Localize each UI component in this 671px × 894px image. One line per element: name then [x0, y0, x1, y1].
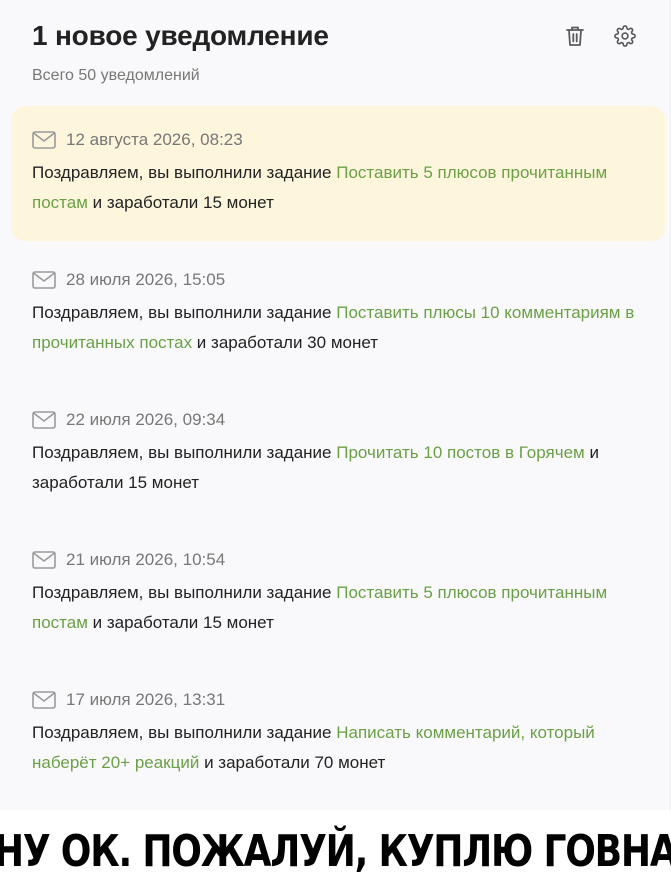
- gear-icon: [614, 25, 636, 47]
- settings-button[interactable]: [611, 22, 639, 50]
- envelope-icon: [32, 271, 56, 289]
- notifications-count: Всего 50 уведомлений: [32, 67, 200, 84]
- notification-text: Поздравляем, вы выполнили задание Постав…: [32, 158, 644, 218]
- notification-item[interactable]: 12 августа 2026, 08:23 Поздравляем, вы в…: [11, 106, 665, 241]
- notification-text: Поздравляем, вы выполнили задание Постав…: [32, 298, 644, 358]
- task-link[interactable]: Прочитать 10 постов в Горячем: [336, 443, 585, 462]
- notification-prefix: Поздравляем, вы выполнили задание: [32, 163, 337, 182]
- envelope-icon: [32, 551, 56, 569]
- meme-caption-text: НУ ОК. ПОЖАЛУЙ, КУПЛЮ ГОВНА: [0, 825, 671, 877]
- page-title: 1 новое уведомление: [32, 20, 329, 51]
- notification-date: 12 августа 2026, 08:23: [66, 130, 243, 149]
- envelope-icon: [32, 691, 56, 709]
- notifications-panel: 1 новое уведомление Всего 50 уведомлений…: [0, 0, 671, 810]
- envelope-icon: [32, 411, 56, 429]
- notification-item[interactable]: 28 июля 2026, 15:05 Поздравляем, вы выпо…: [11, 246, 665, 381]
- envelope-icon: [32, 131, 56, 149]
- notification-text: Поздравляем, вы выполнили задание Написа…: [32, 718, 644, 778]
- notification-item[interactable]: 17 июля 2026, 13:31 Поздравляем, вы выпо…: [11, 666, 665, 801]
- notification-suffix: и заработали 70 монет: [199, 753, 386, 772]
- notification-date: 22 июля 2026, 09:34: [66, 410, 226, 429]
- meme-caption: НУ ОК. ПОЖАЛУЙ, КУПЛЮ ГОВНА: [0, 812, 671, 890]
- notification-prefix: Поздравляем, вы выполнили задание: [32, 723, 337, 742]
- trash-icon: [566, 26, 584, 46]
- delete-all-button[interactable]: [561, 22, 589, 50]
- notification-item[interactable]: 22 июля 2026, 09:34 Поздравляем, вы выпо…: [11, 386, 665, 521]
- notification-date: 21 июля 2026, 10:54: [66, 550, 226, 569]
- notification-date: 17 июля 2026, 13:31: [66, 690, 226, 709]
- notification-suffix: и заработали 15 монет: [87, 193, 274, 212]
- notifications-header: 1 новое уведомление: [32, 18, 642, 58]
- notification-prefix: Поздравляем, вы выполнили задание: [32, 583, 337, 602]
- notification-item[interactable]: 21 июля 2026, 10:54 Поздравляем, вы выпо…: [11, 526, 665, 661]
- notification-text: Поздравляем, вы выполнили задание Прочит…: [32, 438, 644, 498]
- notification-text: Поздравляем, вы выполнили задание Постав…: [32, 578, 644, 638]
- notification-prefix: Поздравляем, вы выполнили задание: [32, 303, 337, 322]
- notification-date: 28 июля 2026, 15:05: [66, 270, 226, 289]
- notification-prefix: Поздравляем, вы выполнили задание: [32, 443, 337, 462]
- notification-suffix: и заработали 30 монет: [192, 333, 379, 352]
- notification-suffix: и заработали 15 монет: [87, 613, 274, 632]
